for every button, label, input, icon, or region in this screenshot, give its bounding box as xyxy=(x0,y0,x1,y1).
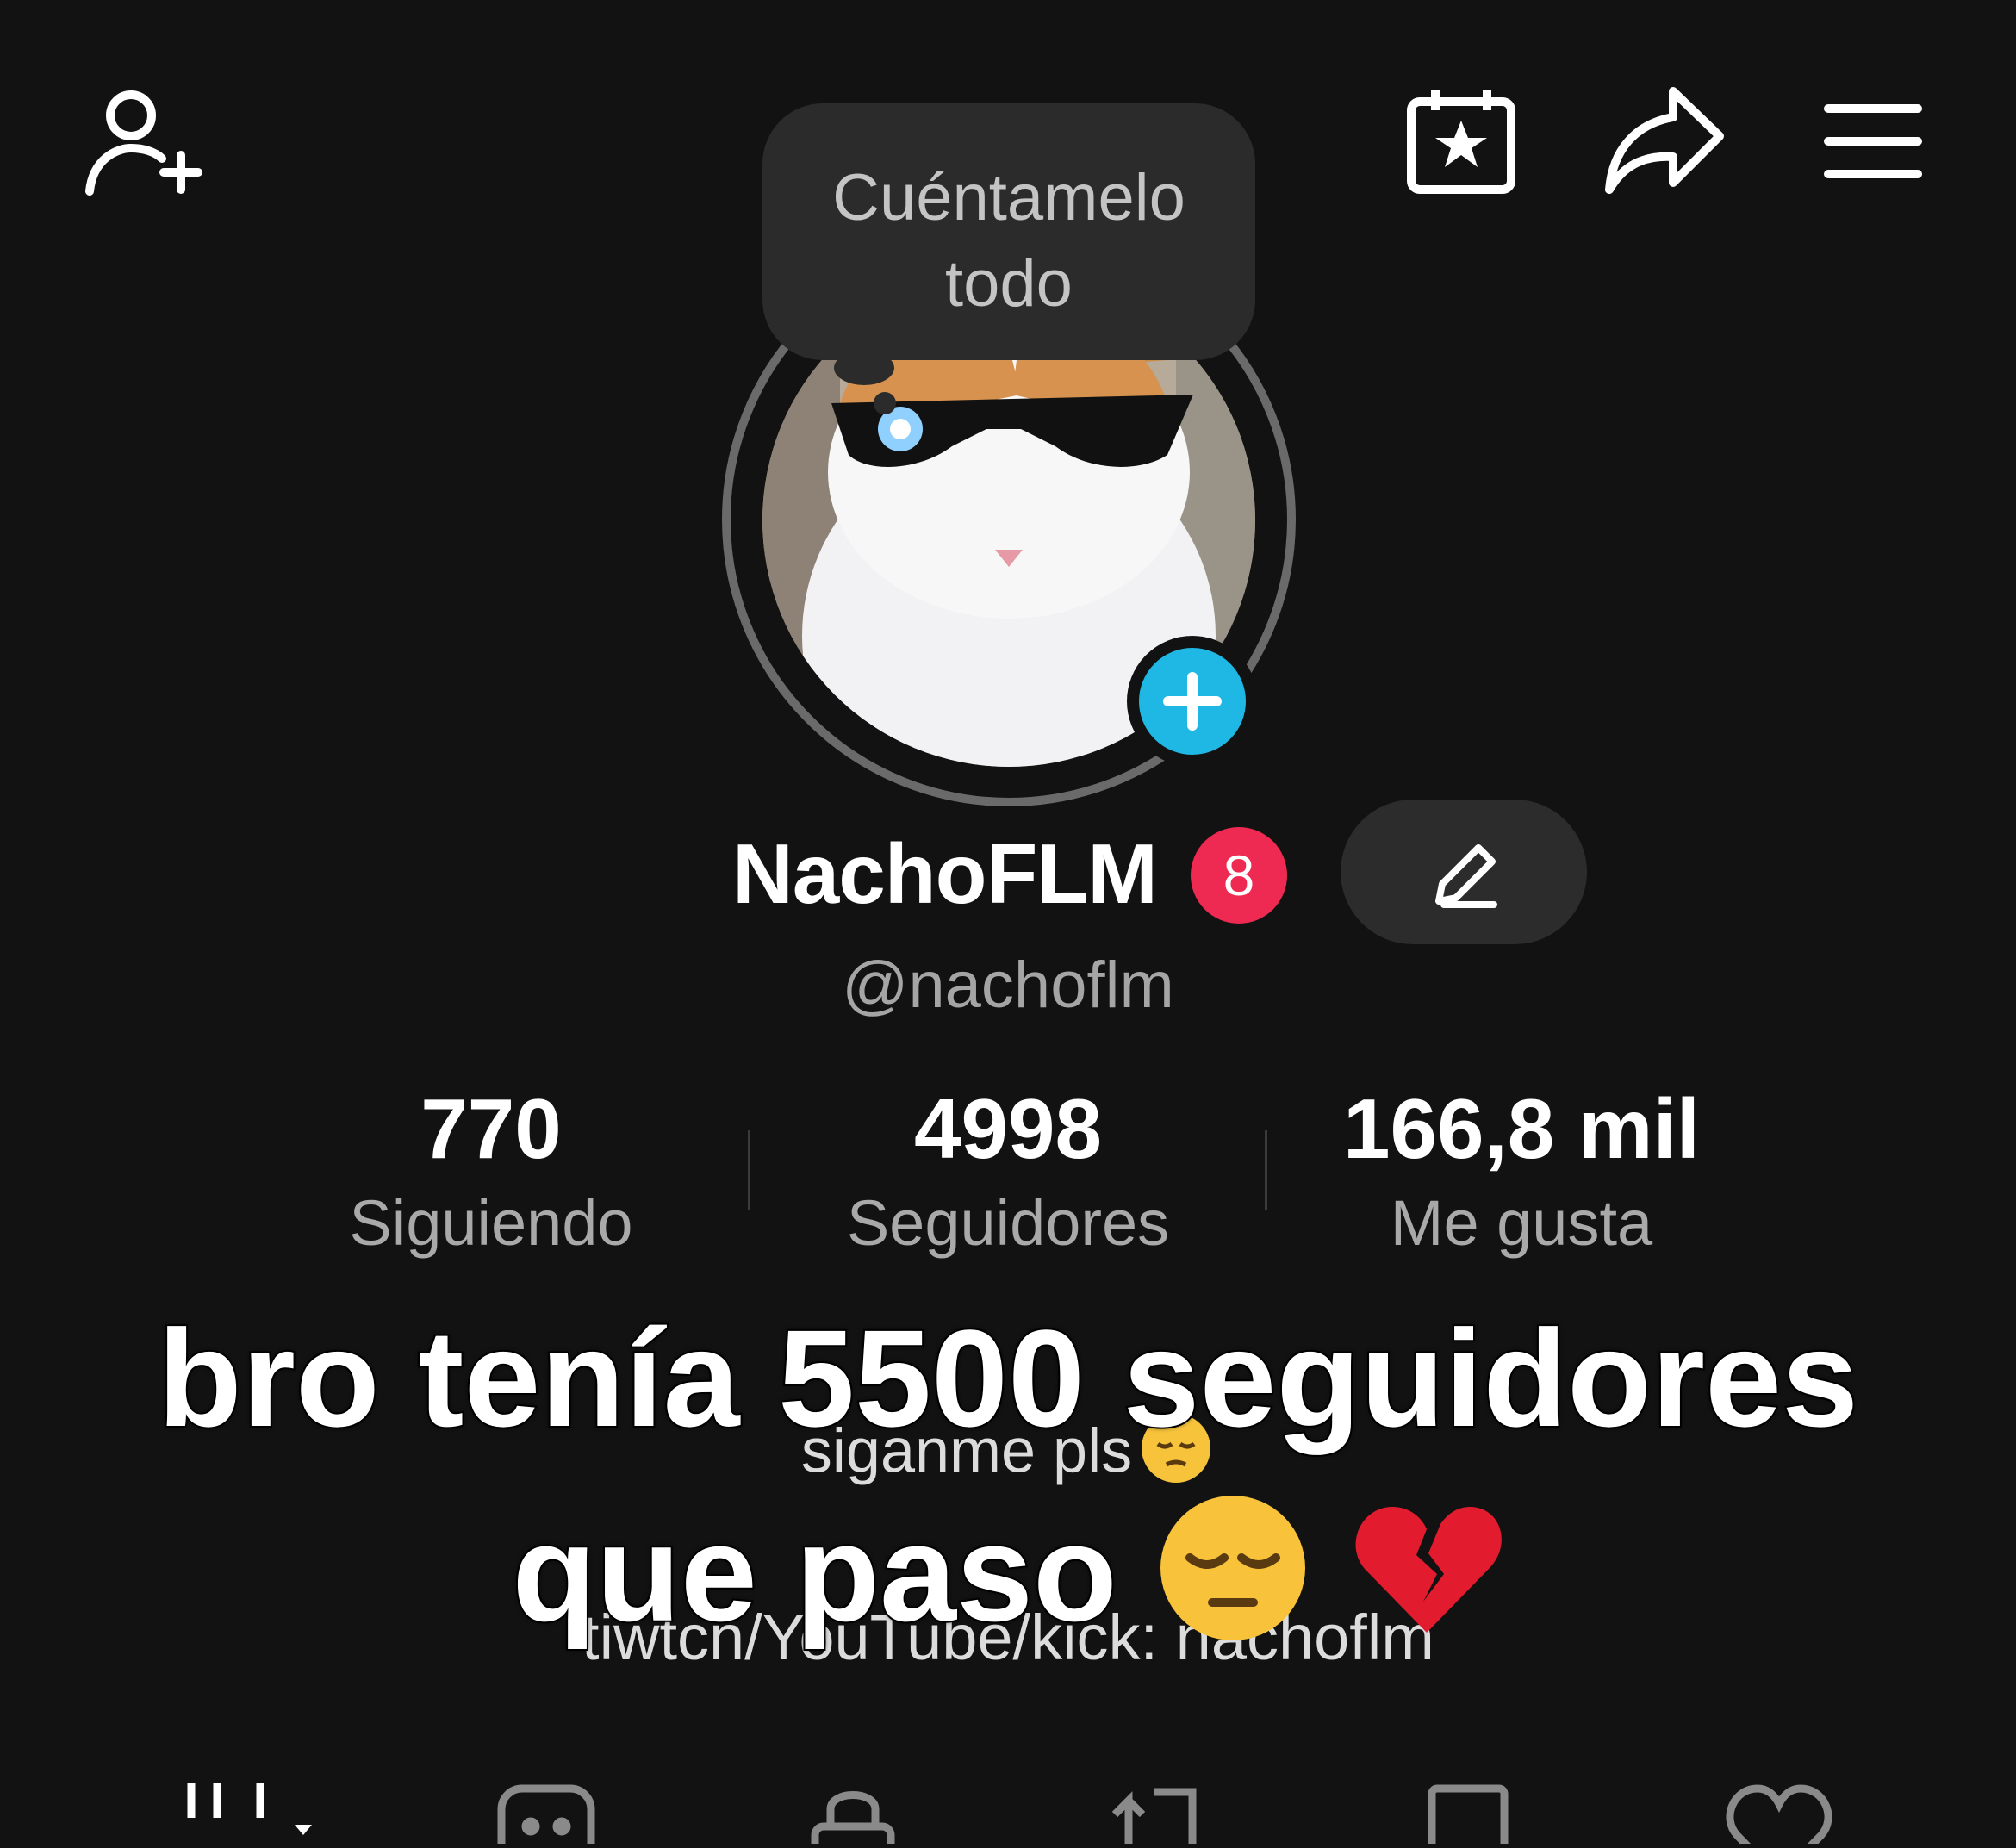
stat-divider xyxy=(1265,1130,1267,1210)
likes-label: Me gusta xyxy=(1390,1187,1653,1259)
following-count: 770 xyxy=(420,1081,562,1176)
calendar-star-icon[interactable] xyxy=(1406,86,1516,195)
following-label: Siguiendo xyxy=(349,1187,633,1259)
note-text-line1: Cuéntamelo xyxy=(832,161,1185,234)
relieved-emoji-icon xyxy=(1155,1490,1310,1677)
private-lock-icon[interactable] xyxy=(810,1783,896,1848)
username-handle: @nachoflm xyxy=(842,949,1174,1022)
edit-profile-button[interactable] xyxy=(1341,800,1587,944)
saved-icon[interactable] xyxy=(1427,1783,1509,1848)
liked-heart-icon[interactable] xyxy=(1725,1783,1833,1848)
video-caption-line2: que paso xyxy=(0,1490,2016,1677)
note-text-line2: todo xyxy=(945,247,1073,320)
broken-heart-emoji-icon xyxy=(1349,1495,1504,1673)
menu-icon[interactable] xyxy=(1823,102,1923,181)
share-icon[interactable] xyxy=(1604,86,1725,196)
shared-icon[interactable] xyxy=(1103,1783,1203,1844)
stat-likes[interactable]: 166,8 mil Me gusta xyxy=(1280,1077,1763,1266)
videos-grid-icon[interactable] xyxy=(183,1783,329,1844)
note-bubble[interactable]: Cuéntamelo todo xyxy=(762,103,1255,360)
display-name: NachoFLM xyxy=(732,826,1158,921)
stat-following[interactable]: 770 Siguiendo xyxy=(250,1077,732,1266)
note-bubble-tail-dot xyxy=(874,392,896,414)
notification-badge[interactable]: 8 xyxy=(1191,827,1287,924)
add-story-button[interactable] xyxy=(1127,636,1258,767)
reposts-icon[interactable] xyxy=(496,1783,596,1848)
likes-count: 166,8 mil xyxy=(1342,1081,1701,1176)
stat-followers[interactable]: 4998 Seguidores xyxy=(767,1077,1249,1266)
stat-divider xyxy=(748,1130,750,1210)
video-caption-line1: bro tenía 5500 seguidores xyxy=(156,1299,1860,1457)
add-friend-icon[interactable] xyxy=(83,83,203,203)
pencil-icon xyxy=(1435,844,1496,905)
followers-label: Seguidores xyxy=(846,1187,1170,1259)
followers-count: 4998 xyxy=(913,1081,1102,1176)
